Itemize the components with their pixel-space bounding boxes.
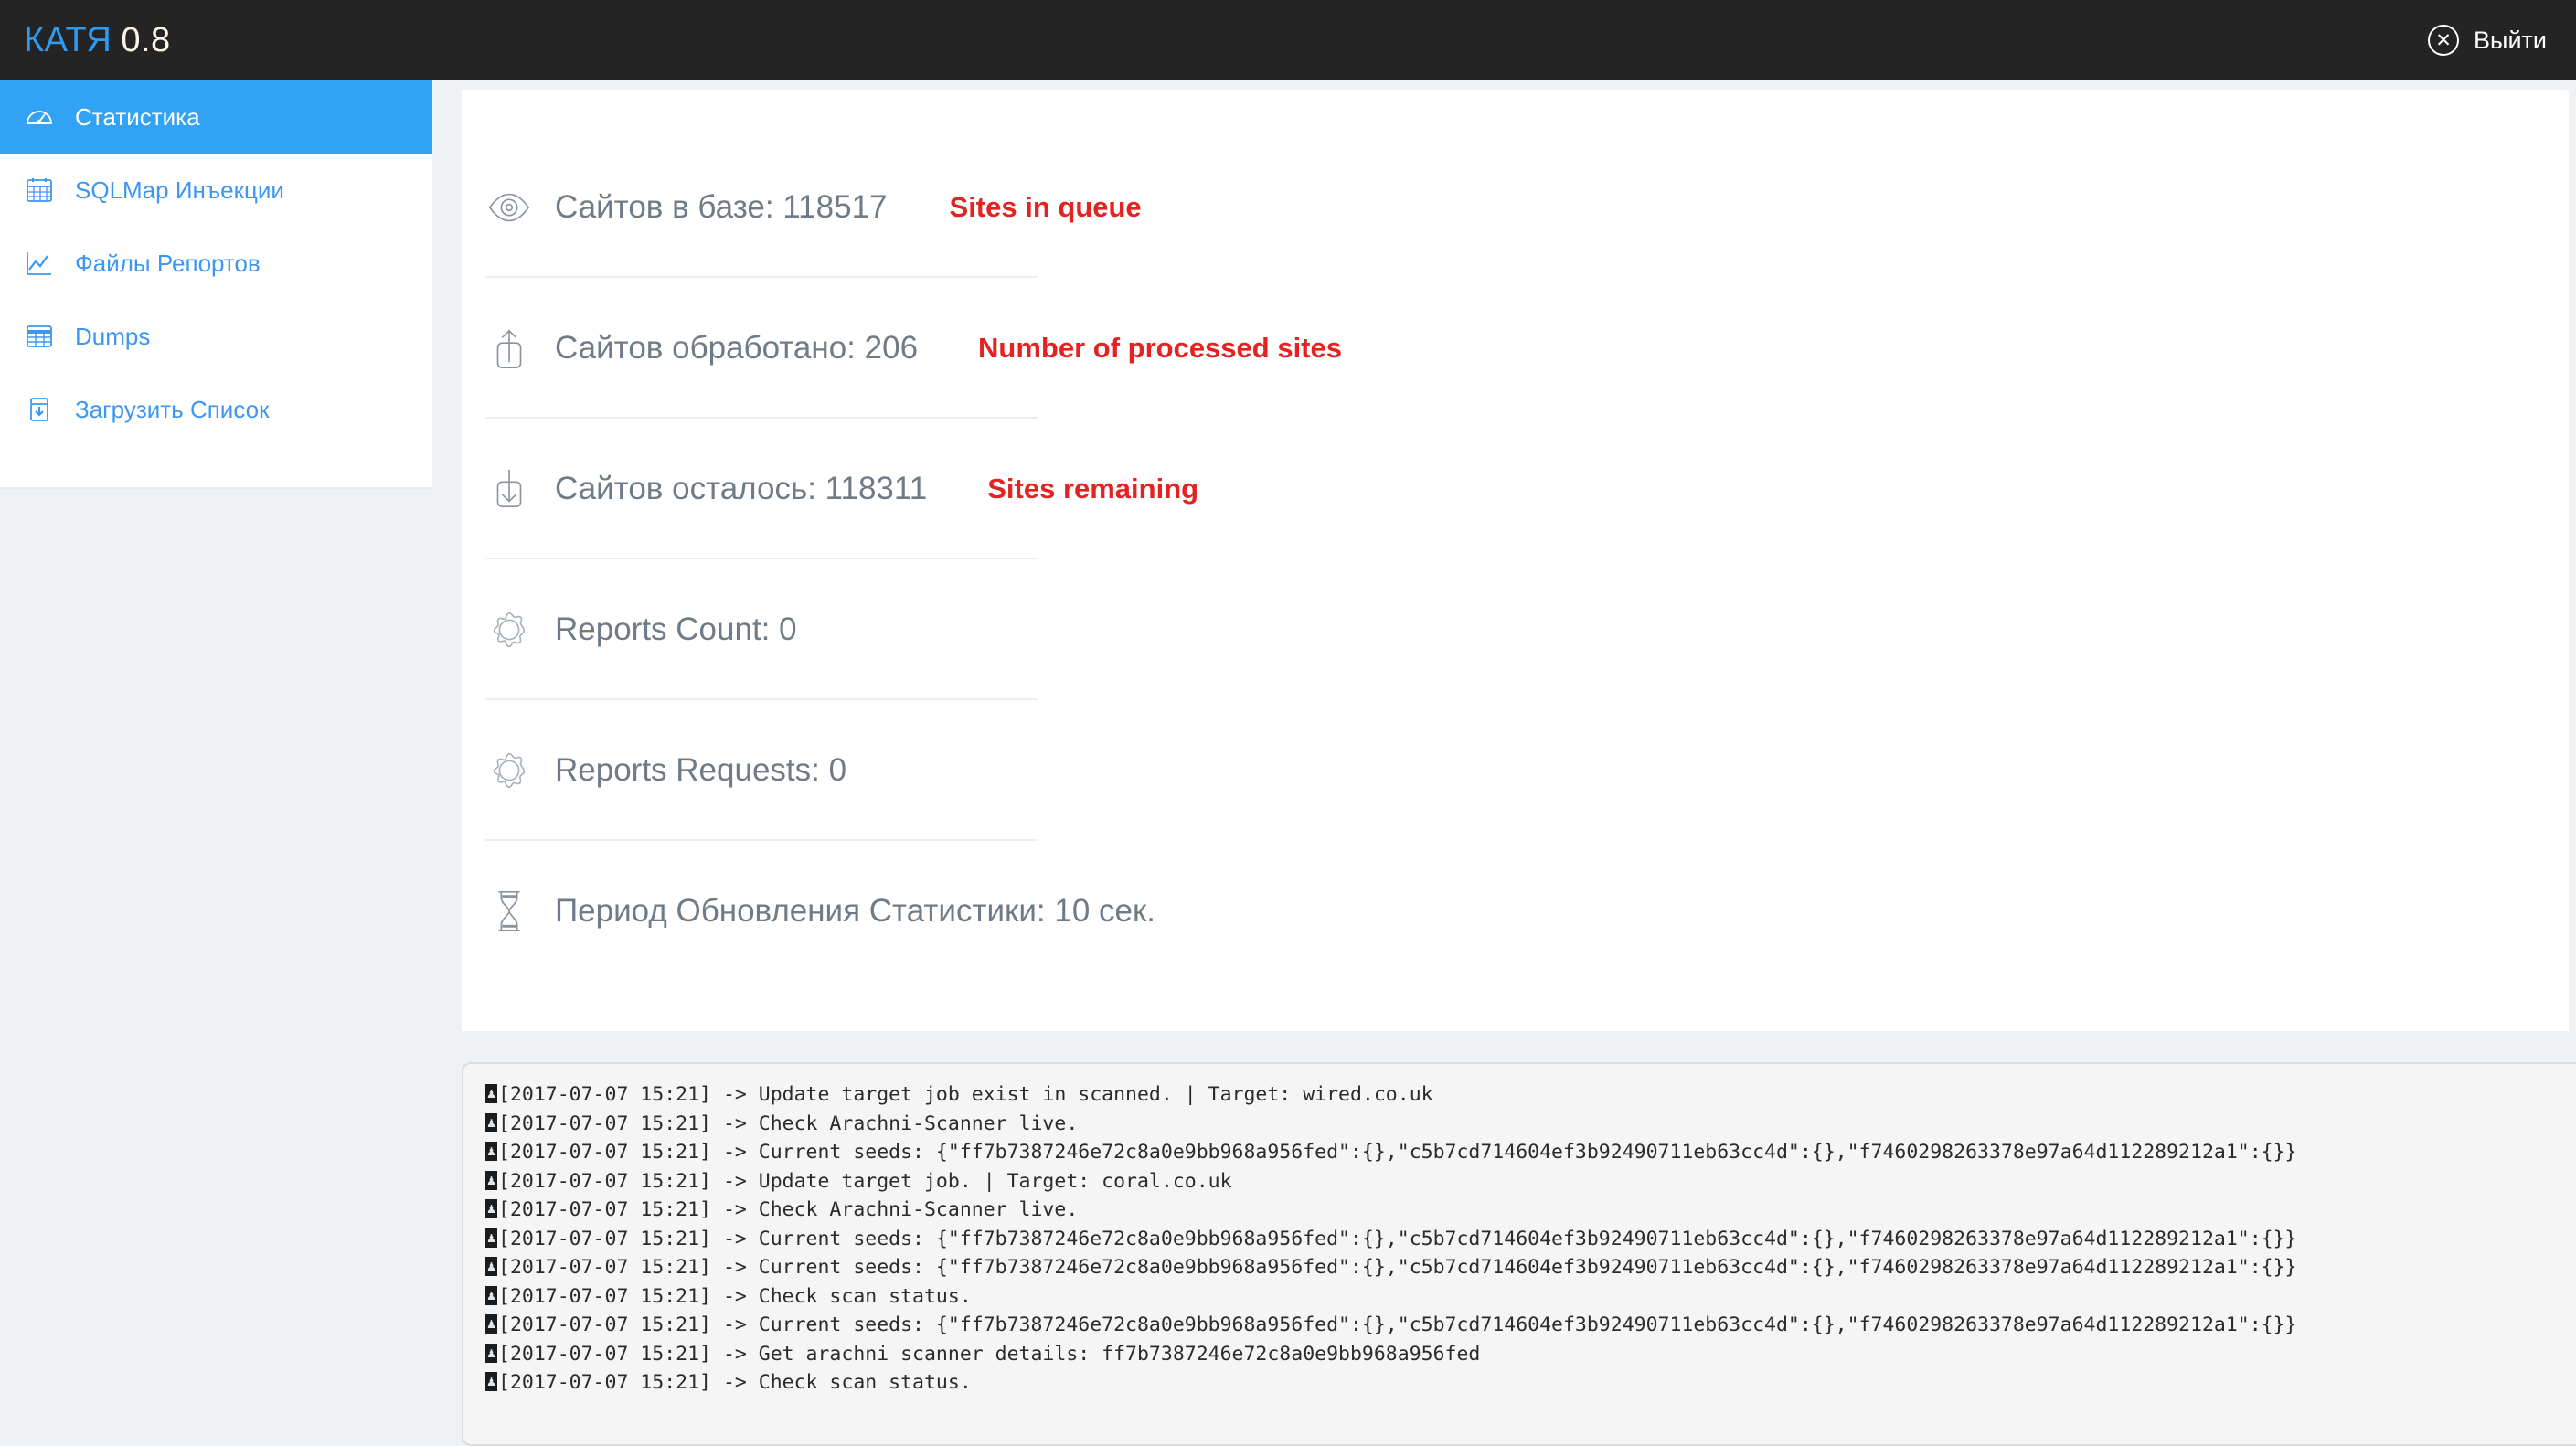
stat-label: Reports Requests: 0 [555,752,847,788]
sidebar-item-report-files[interactable]: Файлы Репортов [0,227,432,300]
gear-icon [485,604,533,655]
log-entry-icon: ♟ [485,1112,497,1132]
sidebar-item-dumps[interactable]: Dumps [0,300,432,373]
stat-row-sites-remaining: Сайтов осталось: 118311 Sites remaining [485,419,2569,559]
sidebar-gutter [432,80,462,1426]
log-entry-icon: ♟ [485,1199,497,1218]
log-entry-icon: ♟ [485,1314,497,1334]
statistics-list: Сайтов в базе: 118517 Sites in queue Сай… [462,90,2569,982]
stat-row-reports-count: Reports Count: 0 [485,559,2569,700]
grid-table-icon [24,175,55,206]
eye-icon [485,182,533,233]
sidebar-item-sqlmap-injections[interactable]: SQLMap Инъекции [0,154,432,227]
log-entry-icon: ♟ [485,1372,497,1391]
stat-row-sites-in-db: Сайтов в базе: 118517 Sites in queue [485,137,2569,278]
stat-annotation: Number of processed sites [978,332,1342,364]
upload-icon [485,323,533,374]
log-line: ♟ [2017-07-07 15:21] -> Check Arachni-Sca… [485,1198,1079,1221]
circle-x-icon: ✕ [2428,25,2460,56]
sidebar: Статистика SQLMap Инъекции Файлы Репорто… [0,80,432,489]
stat-label: Сайтов обработано: 206 [555,330,919,366]
app-brand[interactable]: КАТЯ 0.8 [24,21,171,60]
top-bar: КАТЯ 0.8 ✕ Выйти [0,0,2576,80]
table-icon [24,321,55,352]
gear-icon [485,745,533,796]
log-entry-icon: ♟ [485,1257,497,1276]
dashboard-gauge-icon [24,101,55,133]
sidebar-item-statistics[interactable]: Статистика [0,80,432,154]
download-icon [485,463,533,515]
sidebar-item-label: Загрузить Список [75,395,270,423]
stat-label: Сайтов осталось: 118311 [555,471,928,506]
log-entry-icon: ♟ [485,1228,497,1248]
log-line: ♟ [2017-07-07 15:21] -> Get arachni scann… [485,1342,1481,1366]
hourglass-icon [485,886,533,937]
log-entry-icon: ♟ [485,1084,497,1103]
stat-annotation: Sites remaining [987,473,1199,505]
sidebar-item-label: SQLMap Инъекции [75,175,284,204]
brand-version: 0.8 [121,20,171,59]
log-line: ♟ [2017-07-07 15:21] -> Check Arachni-Sca… [485,1111,1079,1135]
stat-row-reports-requests: Reports Requests: 0 [485,700,2569,841]
stat-label: Период Обновления Статистики: 10 сек. [555,893,1156,929]
main-content-panel: Сайтов в базе: 118517 Sites in queue Сай… [462,88,2569,1031]
chart-line-icon [24,248,55,279]
log-console[interactable]: ♟ [2017-07-07 15:21] -> Update target job… [462,1062,2576,1446]
stat-row-sites-processed: Сайтов обработано: 206 Number of process… [485,278,2569,419]
log-line: ♟ [2017-07-07 15:21] -> Current seeds: {"… [485,1141,2297,1164]
stat-row-refresh-period: Период Обновления Статистики: 10 сек. [485,841,2569,982]
sidebar-item-label: Статистика [75,102,200,131]
sidebar-item-upload-list[interactable]: Загрузить Список [0,373,432,446]
sidebar-item-label: Файлы Репортов [75,249,261,277]
sidebar-item-label: Dumps [75,322,151,350]
log-line: ♟ [2017-07-07 15:21] -> Current seeds: {"… [485,1313,2297,1336]
log-entry-icon: ♟ [485,1343,497,1363]
log-entry-icon: ♟ [485,1142,497,1161]
upload-box-icon [24,394,55,425]
stat-label: Сайтов в базе: 118517 [555,189,888,225]
log-entry-icon: ♟ [485,1285,497,1305]
logout-label: Выйти [2474,26,2547,54]
log-line: ♟ [2017-07-07 15:21] -> Update target job… [485,1083,1433,1106]
stat-annotation: Sites in queue [949,191,1142,223]
log-line: ♟ [2017-07-07 15:21] -> Update target job… [485,1169,1232,1193]
logout-button[interactable]: ✕ Выйти [2428,25,2547,56]
log-line: ♟ [2017-07-07 15:21] -> Check scan status… [485,1284,972,1308]
stat-label: Reports Count: 0 [555,611,797,647]
log-line: ♟ [2017-07-07 15:21] -> Current seeds: {"… [485,1256,2297,1279]
log-line: ♟ [2017-07-07 15:21] -> Check scan status… [485,1371,972,1394]
log-line: ♟ [2017-07-07 15:21] -> Current seeds: {"… [485,1227,2297,1250]
brand-name: КАТЯ [24,20,112,59]
log-entry-icon: ♟ [485,1170,497,1190]
